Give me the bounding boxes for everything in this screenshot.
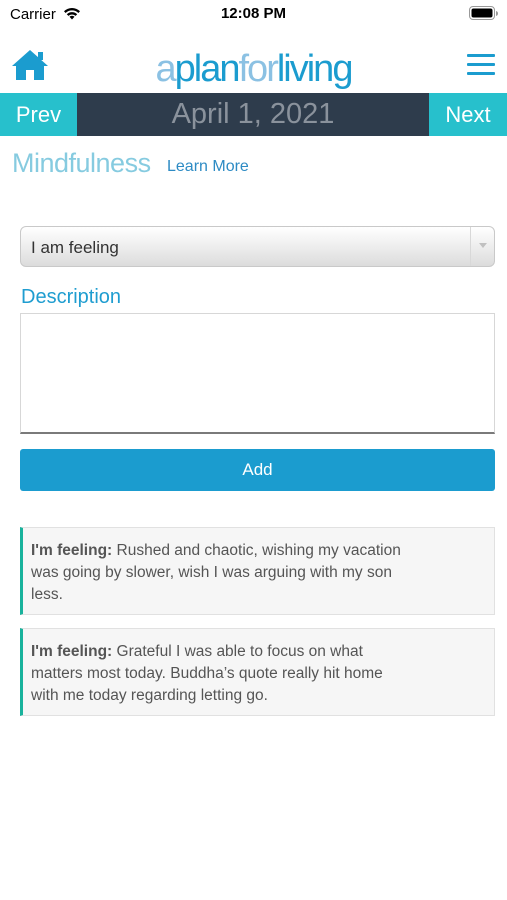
feeling-entry: I'm feeling: Grateful I was able to focu… bbox=[20, 628, 495, 716]
date-navigator: Prev April 1, 2021 Next bbox=[0, 93, 507, 136]
feeling-select[interactable]: I am feeling bbox=[20, 226, 495, 267]
entry-prefix: I'm feeling: bbox=[31, 643, 113, 660]
section-title: Mindfulness bbox=[12, 148, 151, 178]
feeling-entry: I'm feeling: Rushed and chaotic, wishing… bbox=[20, 527, 495, 615]
status-bar: Carrier 12:08 PM bbox=[0, 0, 507, 30]
chevron-down-icon bbox=[470, 227, 494, 266]
prev-day-button[interactable]: Prev bbox=[0, 93, 77, 136]
hamburger-menu-icon[interactable] bbox=[467, 54, 495, 78]
description-field[interactable] bbox=[20, 313, 495, 434]
battery-icon bbox=[469, 6, 499, 26]
app-header: aplanforliving bbox=[0, 40, 507, 92]
description-label: Description bbox=[21, 286, 122, 308]
clock: 12:08 PM bbox=[220, 5, 287, 22]
next-day-button[interactable]: Next bbox=[429, 93, 507, 136]
app-logo: aplanforliving bbox=[155, 48, 354, 90]
add-button[interactable]: Add bbox=[20, 449, 495, 491]
learn-more-link[interactable]: Learn More bbox=[167, 158, 249, 176]
feeling-select-value: I am feeling bbox=[31, 238, 119, 257]
current-date: April 1, 2021 bbox=[171, 98, 335, 130]
entry-prefix: I'm feeling: bbox=[31, 542, 113, 559]
